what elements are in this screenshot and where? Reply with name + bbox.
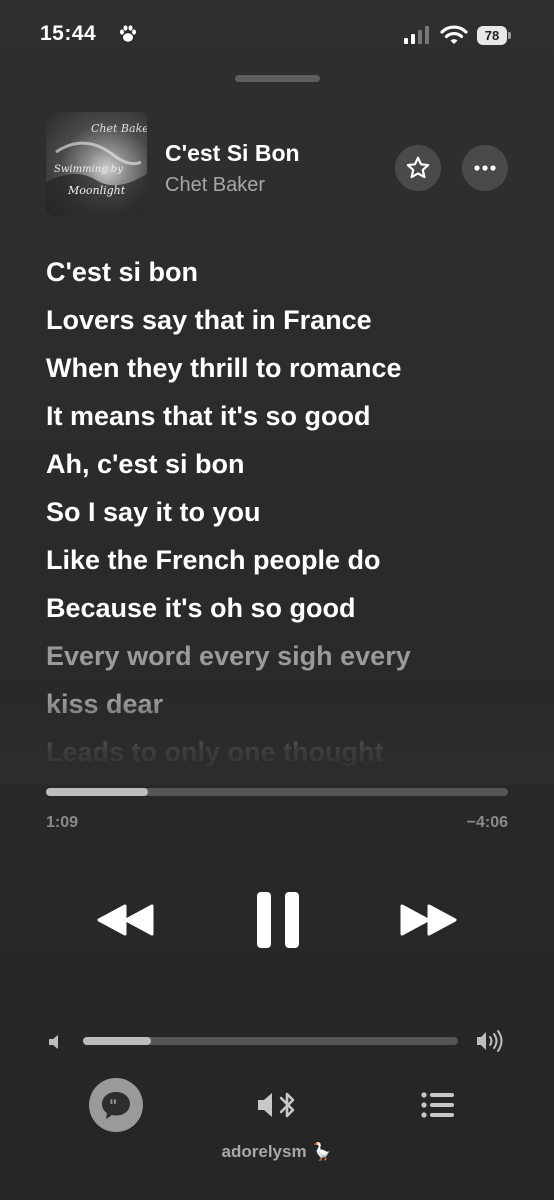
rewind-icon[interactable] <box>96 900 156 940</box>
lyric-line[interactable]: Every word every sigh every <box>46 632 526 680</box>
battery-level: 78 <box>477 26 507 45</box>
favorite-button[interactable] <box>395 145 441 191</box>
song-title[interactable]: C'est Si Bon <box>165 140 300 167</box>
lyric-line[interactable]: It means that it's so good <box>46 392 526 440</box>
svg-text:Chet Baker: Chet Baker <box>91 122 147 135</box>
lyric-line[interactable]: Ah, c'est si bon <box>46 440 526 488</box>
svg-text:": " <box>109 1096 117 1115</box>
remaining-time: −4:06 <box>466 814 508 831</box>
speaker-high-icon <box>477 1030 503 1052</box>
playback-scrubber[interactable] <box>46 788 508 796</box>
more-button[interactable] <box>462 145 508 191</box>
airplay-bluetooth-icon[interactable] <box>255 1088 301 1122</box>
playback-progress-fill <box>46 788 148 796</box>
song-artist[interactable]: Chet Baker <box>165 174 265 197</box>
lyrics-list[interactable]: C'est si bon Lovers say that in France Whe… <box>46 248 526 776</box>
signal-icon <box>404 26 432 44</box>
elapsed-time: 1:09 <box>46 814 79 831</box>
star-icon <box>406 156 430 179</box>
lyric-line[interactable]: Lovers say that in France <box>46 296 526 344</box>
lyrics-icon: " <box>102 1092 130 1119</box>
pause-icon[interactable] <box>255 890 301 950</box>
status-time: 15:44 <box>40 22 97 45</box>
lyric-line[interactable]: So I say it to you <box>46 488 526 536</box>
album-artwork[interactable]: Swimming by Moonlight Chet Baker <box>46 112 147 216</box>
more-icon <box>474 165 496 171</box>
speaker-low-icon <box>49 1035 58 1049</box>
watermark: adorelysm 🪿 <box>221 1142 333 1161</box>
svg-text:Moonlight: Moonlight <box>67 184 126 197</box>
fast-forward-icon[interactable] <box>398 900 458 940</box>
volume-slider[interactable] <box>83 1037 458 1045</box>
lyric-line[interactable]: C'est si bon <box>46 248 526 296</box>
artwork-text: Swimming by <box>54 164 123 175</box>
battery-icon: 78 <box>477 26 511 45</box>
paw-icon <box>120 25 136 42</box>
sheet-grabber[interactable] <box>235 75 320 82</box>
lyric-line[interactable]: Like the French people do <box>46 536 526 584</box>
lyric-line[interactable]: When they thrill to romance <box>46 344 526 392</box>
lyrics-fade <box>0 700 554 785</box>
wifi-icon <box>440 25 468 44</box>
volume-fill <box>83 1037 151 1045</box>
lyric-line[interactable]: Because it's oh so good <box>46 584 526 632</box>
queue-icon[interactable] <box>420 1090 456 1120</box>
lyrics-button[interactable]: " <box>89 1078 143 1132</box>
